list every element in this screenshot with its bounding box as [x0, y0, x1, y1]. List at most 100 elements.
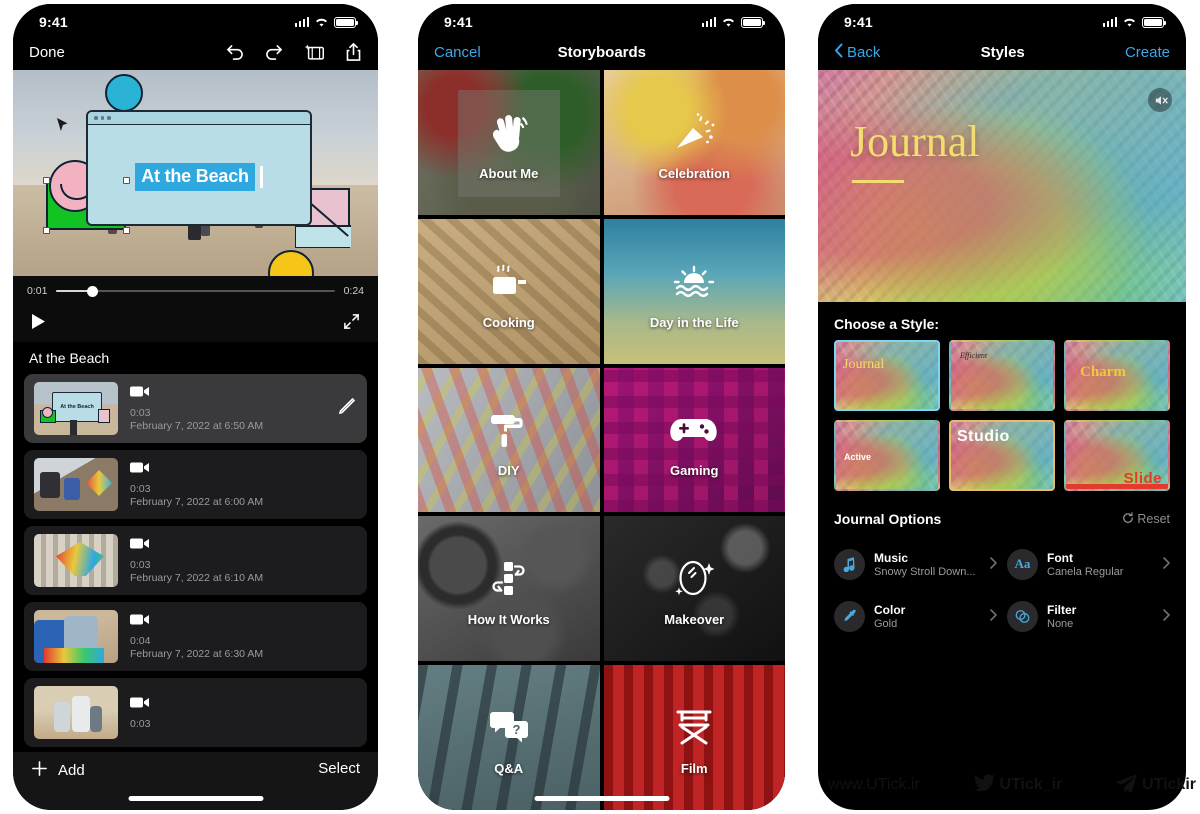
tile-label: DIY: [497, 463, 520, 479]
svg-text:?: ?: [512, 722, 520, 737]
page-title: Storyboards: [557, 43, 647, 61]
table-row[interactable]: 0:03: [24, 678, 367, 747]
storyboard-tile-gaming[interactable]: Gaming: [603, 367, 785, 513]
clip-duration: 0:03: [130, 717, 151, 730]
style-preview[interactable]: Journal: [818, 70, 1186, 302]
choose-style-header: Choose a Style:: [818, 302, 1186, 340]
gamepad-icon: [668, 401, 720, 459]
add-button[interactable]: Add: [31, 760, 85, 781]
phone-styles: 9:41 Back Styles Create Journal Choose a…: [818, 4, 1186, 810]
clip-list[interactable]: At the Beach 0:03 February 7, 2022 at 6:…: [13, 374, 378, 752]
storyboard-tile-diy[interactable]: DIY: [418, 367, 600, 513]
option-color[interactable]: Color Gold: [834, 593, 997, 639]
share-icon[interactable]: [345, 42, 362, 62]
table-row[interactable]: 0:03 February 7, 2022 at 6:00 AM: [24, 450, 367, 519]
style-options-header: Journal Options Reset: [818, 491, 1186, 535]
timeline-scrubber[interactable]: [56, 285, 335, 297]
storyboard-tile-day-in-the-life[interactable]: Day in the Life: [603, 218, 785, 364]
home-indicator: [534, 796, 669, 801]
table-row[interactable]: At the Beach 0:03 February 7, 2022 at 6:…: [24, 374, 367, 443]
redo-icon[interactable]: [264, 44, 285, 61]
project-title: At the Beach: [13, 342, 378, 374]
storyboard-tile-celebration[interactable]: Celebration: [603, 70, 785, 215]
overlay-title-text[interactable]: At the Beach: [135, 162, 255, 191]
selection-handle[interactable]: [123, 177, 130, 184]
playback-timeline[interactable]: 0:01 0:24: [13, 276, 378, 306]
status-bar-editor: 9:41: [13, 4, 378, 34]
fullscreen-icon[interactable]: [343, 313, 360, 335]
option-name: Music: [874, 550, 909, 565]
video-camera-icon: [130, 537, 357, 555]
option-music[interactable]: Music Snowy Stroll Down...: [834, 541, 997, 587]
party-popper-icon: [671, 104, 717, 162]
mute-icon[interactable]: [1148, 88, 1172, 112]
cancel-button[interactable]: Cancel: [434, 44, 481, 61]
cellular-signal-icon: [1102, 17, 1117, 27]
option-name: Color: [874, 602, 906, 617]
table-row[interactable]: 0:04 February 7, 2022 at 6:30 AM: [24, 602, 367, 671]
select-button[interactable]: Select: [318, 760, 360, 777]
style-card-label: Journal: [843, 357, 885, 372]
undo-icon[interactable]: [224, 44, 245, 61]
storyboard-tile-cooking[interactable]: Cooking: [418, 218, 600, 364]
option-value: None: [1047, 617, 1074, 630]
cellular-signal-icon: [294, 17, 309, 27]
timeline-current-time: 0:01: [27, 285, 48, 297]
option-filter[interactable]: Filter None: [1007, 593, 1170, 639]
storyboard-tile-about-me[interactable]: About Me: [418, 70, 600, 215]
timeline-knob[interactable]: [87, 285, 99, 297]
selection-handle[interactable]: [123, 227, 130, 234]
plus-icon: [31, 760, 48, 781]
mirror-sparkle-icon: [670, 550, 718, 608]
text-caret: [259, 165, 263, 188]
styles-nav-bar: Back Styles Create: [818, 34, 1186, 70]
clip-duration: 0:03: [130, 559, 151, 571]
music-note-icon: [834, 548, 865, 580]
status-bar-storyboards: 9:41: [418, 4, 785, 34]
storyboard-tile-qa[interactable]: ? Q&A: [418, 665, 600, 810]
tile-label: Cooking: [482, 314, 535, 330]
video-camera-icon: [130, 461, 357, 479]
option-font[interactable]: Aa Font Canela Regular: [1007, 541, 1170, 587]
reset-button[interactable]: Reset: [1122, 511, 1170, 527]
table-row[interactable]: 0:03 February 7, 2022 at 6:10 AM: [24, 526, 367, 595]
style-card-slide[interactable]: Slide: [1064, 420, 1170, 491]
option-name: Filter: [1047, 602, 1077, 617]
overlay-circle-teal[interactable]: [105, 74, 143, 112]
twitter-bird-icon: [973, 773, 996, 797]
telegram-plane-icon: [1116, 773, 1138, 797]
style-card-journal[interactable]: Journal: [834, 340, 940, 411]
pencil-icon[interactable]: [337, 396, 357, 421]
video-preview[interactable]: At the Beach: [13, 70, 378, 276]
storyboard-tile-film[interactable]: Film: [603, 665, 785, 810]
style-card-efficient[interactable]: Efficient: [949, 340, 1055, 411]
selection-handle[interactable]: [43, 177, 50, 184]
reset-icon: [1122, 511, 1134, 527]
sunrise-waves-icon: [668, 253, 720, 311]
storyboard-tile-makeover[interactable]: Makeover: [603, 516, 785, 662]
style-card-studio[interactable]: Studio: [949, 420, 1055, 491]
selection-handle[interactable]: [43, 227, 50, 234]
storyboard-tile-how-it-works[interactable]: How It Works: [418, 516, 600, 662]
overlay-title-window[interactable]: At the Beach: [86, 110, 312, 226]
done-button[interactable]: Done: [29, 44, 65, 61]
style-card-charm[interactable]: Charm: [1064, 340, 1170, 411]
option-value: Gold: [874, 617, 898, 630]
tile-label: Film: [680, 761, 708, 777]
flowchart-icon: [485, 550, 533, 608]
steaming-cup-icon: [484, 253, 534, 311]
clip-thumbnail: [34, 686, 118, 739]
transport-controls: [13, 306, 378, 342]
filter-icon: [1007, 600, 1038, 632]
chevron-right-icon: [990, 556, 997, 572]
chevron-left-icon: [834, 43, 843, 62]
tile-label: Gaming: [670, 463, 719, 479]
play-icon[interactable]: [31, 313, 46, 335]
video-camera-icon: [130, 385, 325, 403]
status-time: 9:41: [39, 14, 68, 30]
back-button[interactable]: Back: [834, 43, 880, 62]
clip-duration: 0:04: [130, 635, 151, 647]
style-card-active[interactable]: Active: [834, 420, 940, 491]
magic-movie-icon[interactable]: [304, 43, 326, 62]
create-button[interactable]: Create: [1125, 44, 1170, 61]
